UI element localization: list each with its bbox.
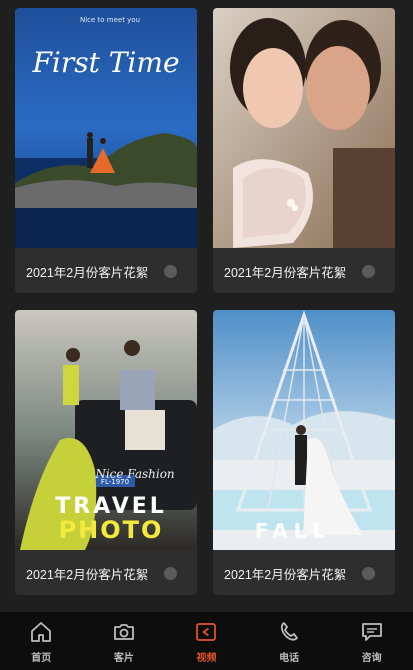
tab-video[interactable]: 视频 <box>165 612 248 670</box>
tab-phone[interactable]: 电话 <box>248 612 331 670</box>
card-overlay-line2: PHOTO <box>59 516 164 544</box>
tab-label: 电话 <box>279 653 300 664</box>
card-overlay-line1: FALL <box>255 519 331 543</box>
play-indicator-icon <box>362 567 375 580</box>
video-card[interactable]: Nice to meet you First Time 2021年2月份客片花絮 <box>15 8 197 293</box>
video-thumbnail[interactable]: Nice to meet you First Time <box>15 8 197 248</box>
video-title: 2021年2月份客片花絮 <box>26 568 149 582</box>
card-overlay-tagline: Nice to meet you <box>80 16 140 24</box>
card-overlay-script-title: First Time <box>31 46 179 79</box>
phone-icon <box>281 622 298 641</box>
tab-consult[interactable]: 咨询 <box>330 612 413 670</box>
tab-label: 咨询 <box>361 653 382 664</box>
card-overlay-script-title: Nice Fashion <box>94 467 174 481</box>
video-icon <box>196 623 217 641</box>
tab-home[interactable]: 首页 <box>0 612 83 670</box>
play-indicator-icon <box>164 567 177 580</box>
play-indicator-icon <box>164 265 177 278</box>
video-thumbnail[interactable]: FL-1970 Nice Fashion TRAVEL PHOTO <box>15 310 197 550</box>
video-card[interactable]: 2021年2月份客片花絮 <box>213 8 395 293</box>
video-thumbnail[interactable]: FALL <box>213 310 395 550</box>
video-list-page: Nice to meet you First Time 2021年2月份客片花絮 <box>0 0 413 670</box>
video-grid: Nice to meet you First Time 2021年2月份客片花絮 <box>0 0 413 612</box>
play-indicator-icon <box>362 265 375 278</box>
tab-label: 首页 <box>31 653 52 664</box>
home-icon <box>31 622 52 642</box>
tab-label: 视频 <box>196 653 217 664</box>
video-thumbnail[interactable] <box>213 8 395 248</box>
video-title: 2021年2月份客片花絮 <box>26 266 149 280</box>
chat-icon <box>361 623 382 641</box>
video-title: 2021年2月份客片花絮 <box>224 568 347 582</box>
tab-label: 客片 <box>113 653 134 664</box>
video-card[interactable]: FL-1970 Nice Fashion TRAVEL PHOTO 2021年2… <box>15 310 197 595</box>
bottom-tab-bar: 首页 客片 视频 电话 咨询 <box>0 612 413 670</box>
tab-client-photos[interactable]: 客片 <box>83 612 166 670</box>
video-title: 2021年2月份客片花絮 <box>224 266 347 280</box>
camera-icon <box>113 624 134 640</box>
video-card[interactable]: FALL 2021年2月份客片花絮 <box>213 310 395 595</box>
